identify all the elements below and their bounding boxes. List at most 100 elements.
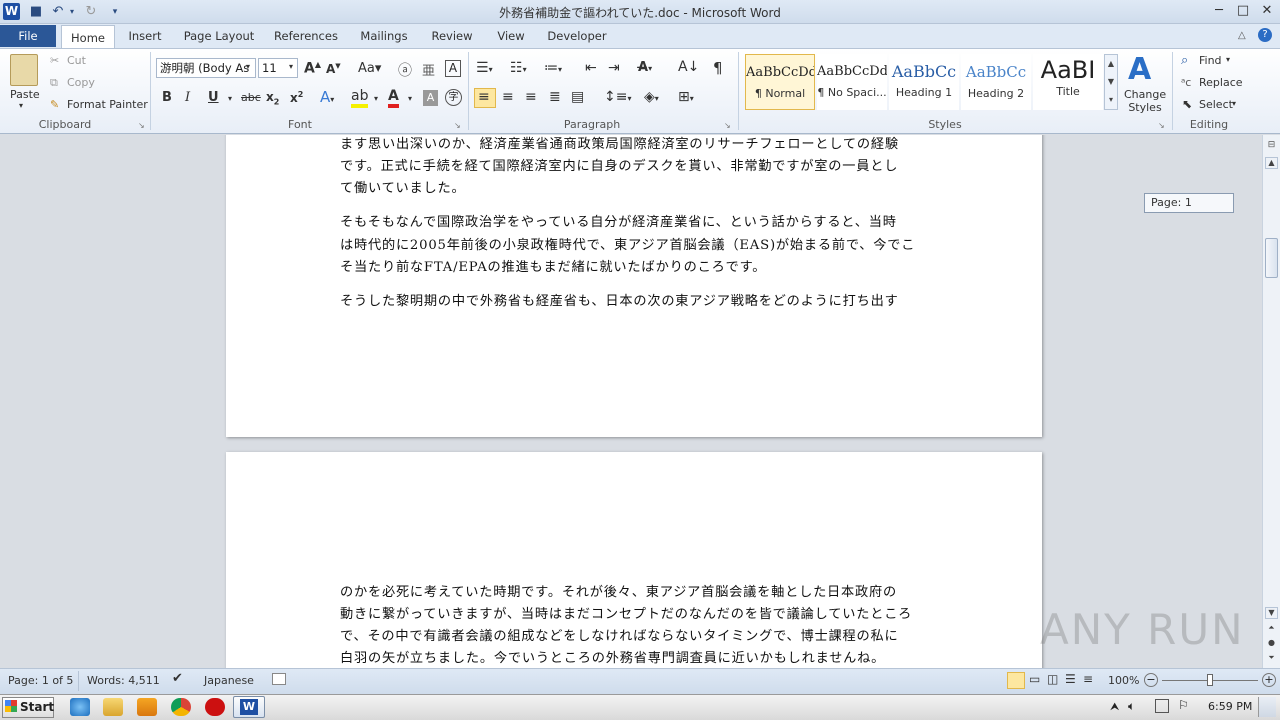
underline-icon[interactable]: U (208, 90, 219, 105)
multilevel-list-icon[interactable]: ≔▾ (544, 60, 562, 76)
font-size-dropdown-icon[interactable]: ▾ (289, 62, 293, 71)
align-right-icon[interactable]: ≡ (525, 89, 537, 105)
macro-recording-icon[interactable] (272, 673, 286, 685)
scroll-thumb[interactable] (1265, 238, 1278, 278)
superscript-icon[interactable]: x2 (290, 90, 303, 105)
explorer-icon[interactable] (103, 698, 123, 716)
line-spacing-icon[interactable]: ↕≡▾ (604, 89, 631, 105)
print-layout-view-icon[interactable] (1007, 672, 1025, 689)
tab-mailings[interactable]: Mailings (352, 24, 416, 48)
tray-expand-icon[interactable]: ⮝ (1110, 700, 1119, 714)
zoom-slider-thumb[interactable] (1207, 674, 1213, 686)
tab-view[interactable]: View (490, 24, 532, 48)
style-heading-2[interactable]: AaBbCc Heading 2 (961, 54, 1031, 110)
draft-view-icon[interactable]: ≡ (1083, 672, 1093, 686)
web-layout-icon[interactable]: ◫ (1047, 672, 1058, 686)
strikethrough-icon[interactable]: abc (241, 91, 261, 104)
style-normal[interactable]: AaBbCcDdI ¶ Normal (745, 54, 815, 110)
copy-button[interactable]: Copy (67, 76, 95, 89)
shading-icon[interactable]: ◈▾ (644, 89, 659, 105)
full-screen-reading-icon[interactable]: ▭ (1029, 672, 1040, 686)
paste-icon[interactable] (10, 54, 38, 86)
highlight-dropdown-icon[interactable]: ▾ (374, 94, 378, 103)
chrome-icon[interactable] (171, 698, 191, 716)
proofing-icon[interactable]: ✔ (172, 671, 183, 686)
decrease-indent-icon[interactable]: ⇤ (585, 60, 597, 76)
style-no-spacing[interactable]: AaBbCcDdI ¶ No Spaci... (817, 54, 887, 110)
clear-formatting-icon[interactable]: ⓐ (398, 60, 412, 80)
page-count-status[interactable]: Page: 1 of 5 (8, 674, 73, 687)
help-icon[interactable]: ? (1258, 28, 1272, 42)
sort-icon[interactable]: A↓ (678, 59, 699, 75)
text-effects-icon[interactable]: A▾ (320, 88, 334, 106)
styles-launcher-icon[interactable]: ↘ (1158, 121, 1165, 130)
bold-icon[interactable]: B (162, 90, 172, 105)
grow-font-icon[interactable]: A▲ (304, 60, 321, 77)
tab-home[interactable]: Home (61, 25, 115, 49)
highlight-icon[interactable]: ab (351, 88, 369, 108)
font-launcher-icon[interactable]: ↘ (454, 121, 461, 130)
character-shading-icon[interactable]: A (423, 90, 438, 106)
next-page-icon[interactable]: ⏷ (1265, 653, 1278, 665)
font-color-dropdown-icon[interactable]: ▾ (408, 94, 412, 103)
italic-icon[interactable]: I (185, 90, 190, 105)
borders-icon[interactable]: ⊞▾ (678, 89, 694, 105)
justify-icon[interactable]: ≣ (549, 89, 561, 105)
vertical-scrollbar[interactable] (1262, 135, 1280, 668)
bullets-icon[interactable]: ☰▾ (476, 60, 493, 76)
font-name-field[interactable]: 游明朝 (Body As (156, 58, 256, 78)
tab-review[interactable]: Review (424, 24, 480, 48)
distributed-icon[interactable]: ▤ (571, 89, 584, 105)
font-name-dropdown-icon[interactable]: ▾ (246, 62, 250, 71)
numbering-icon[interactable]: ☷▾ (510, 60, 527, 76)
asian-layout-icon[interactable]: A̶▾ (638, 60, 652, 75)
previous-page-icon[interactable]: ⏶ (1265, 623, 1278, 635)
enclosed-character-icon[interactable]: 字 (445, 89, 462, 106)
increase-indent-icon[interactable]: ⇥ (608, 60, 620, 76)
zoom-out-icon[interactable]: − (1144, 673, 1158, 687)
scroll-up-icon[interactable]: ▲ (1265, 157, 1278, 169)
change-case-icon[interactable]: Aa▾ (358, 61, 381, 76)
enclose-characters-icon[interactable]: A (445, 60, 461, 77)
clipboard-launcher-icon[interactable]: ↘ (138, 121, 145, 130)
language-status[interactable]: Japanese (204, 674, 254, 687)
scroll-down-icon[interactable]: ▼ (1265, 607, 1278, 619)
opera-icon[interactable] (205, 698, 225, 716)
font-color-icon[interactable]: A (388, 88, 399, 108)
tab-page-layout[interactable]: Page Layout (178, 24, 260, 48)
subscript-icon[interactable]: x2 (266, 90, 279, 106)
cut-button[interactable]: Cut (67, 54, 86, 67)
close-button[interactable]: ✕ (1256, 2, 1278, 20)
select-button[interactable]: Select (1199, 98, 1233, 111)
word-count-status[interactable]: Words: 4,511 (87, 674, 160, 687)
internet-explorer-icon[interactable] (70, 698, 90, 716)
browse-object-icon[interactable]: ● (1265, 638, 1278, 650)
action-center-flag-icon[interactable]: ⚐ (1178, 698, 1189, 712)
tab-developer[interactable]: Developer (543, 24, 611, 48)
document-area[interactable]: ます思い出深いのか、経済産業省通商政策局国際経済室のリサーチフェローとしての経験… (0, 135, 1262, 668)
show-formatting-icon[interactable]: ¶ (713, 59, 723, 77)
minimize-ribbon-icon[interactable]: △ (1238, 30, 1246, 41)
paragraph-launcher-icon[interactable]: ↘ (724, 121, 731, 130)
tab-file[interactable]: File (0, 25, 56, 47)
change-styles-button[interactable]: Change Styles (1124, 88, 1166, 114)
phonetic-guide-icon[interactable]: 亜 (422, 60, 435, 79)
style-heading-1[interactable]: AaBbCc Heading 1 (889, 54, 959, 110)
find-dropdown-icon[interactable]: ▾ (1226, 55, 1230, 64)
network-icon[interactable] (1155, 699, 1169, 713)
volume-icon[interactable]: 🔈︎ (1128, 699, 1135, 714)
minimize-button[interactable]: ─ (1208, 2, 1230, 20)
media-player-icon[interactable] (137, 698, 157, 716)
select-dropdown-icon[interactable]: ▾ (1232, 99, 1236, 108)
replace-button[interactable]: Replace (1199, 76, 1243, 89)
align-center-icon[interactable]: ≡ (502, 89, 514, 105)
tab-insert[interactable]: Insert (122, 24, 168, 48)
format-painter-button[interactable]: Format Painter (67, 98, 148, 111)
outline-view-icon[interactable]: ☰ (1065, 672, 1076, 686)
clock[interactable]: 6:59 PM (1208, 700, 1252, 713)
zoom-in-icon[interactable]: + (1262, 673, 1276, 687)
tab-references[interactable]: References (270, 24, 342, 48)
maximize-button[interactable]: □ (1232, 2, 1254, 20)
show-desktop-button[interactable] (1258, 697, 1276, 717)
paste-dropdown-icon[interactable]: ▾ (19, 101, 23, 110)
